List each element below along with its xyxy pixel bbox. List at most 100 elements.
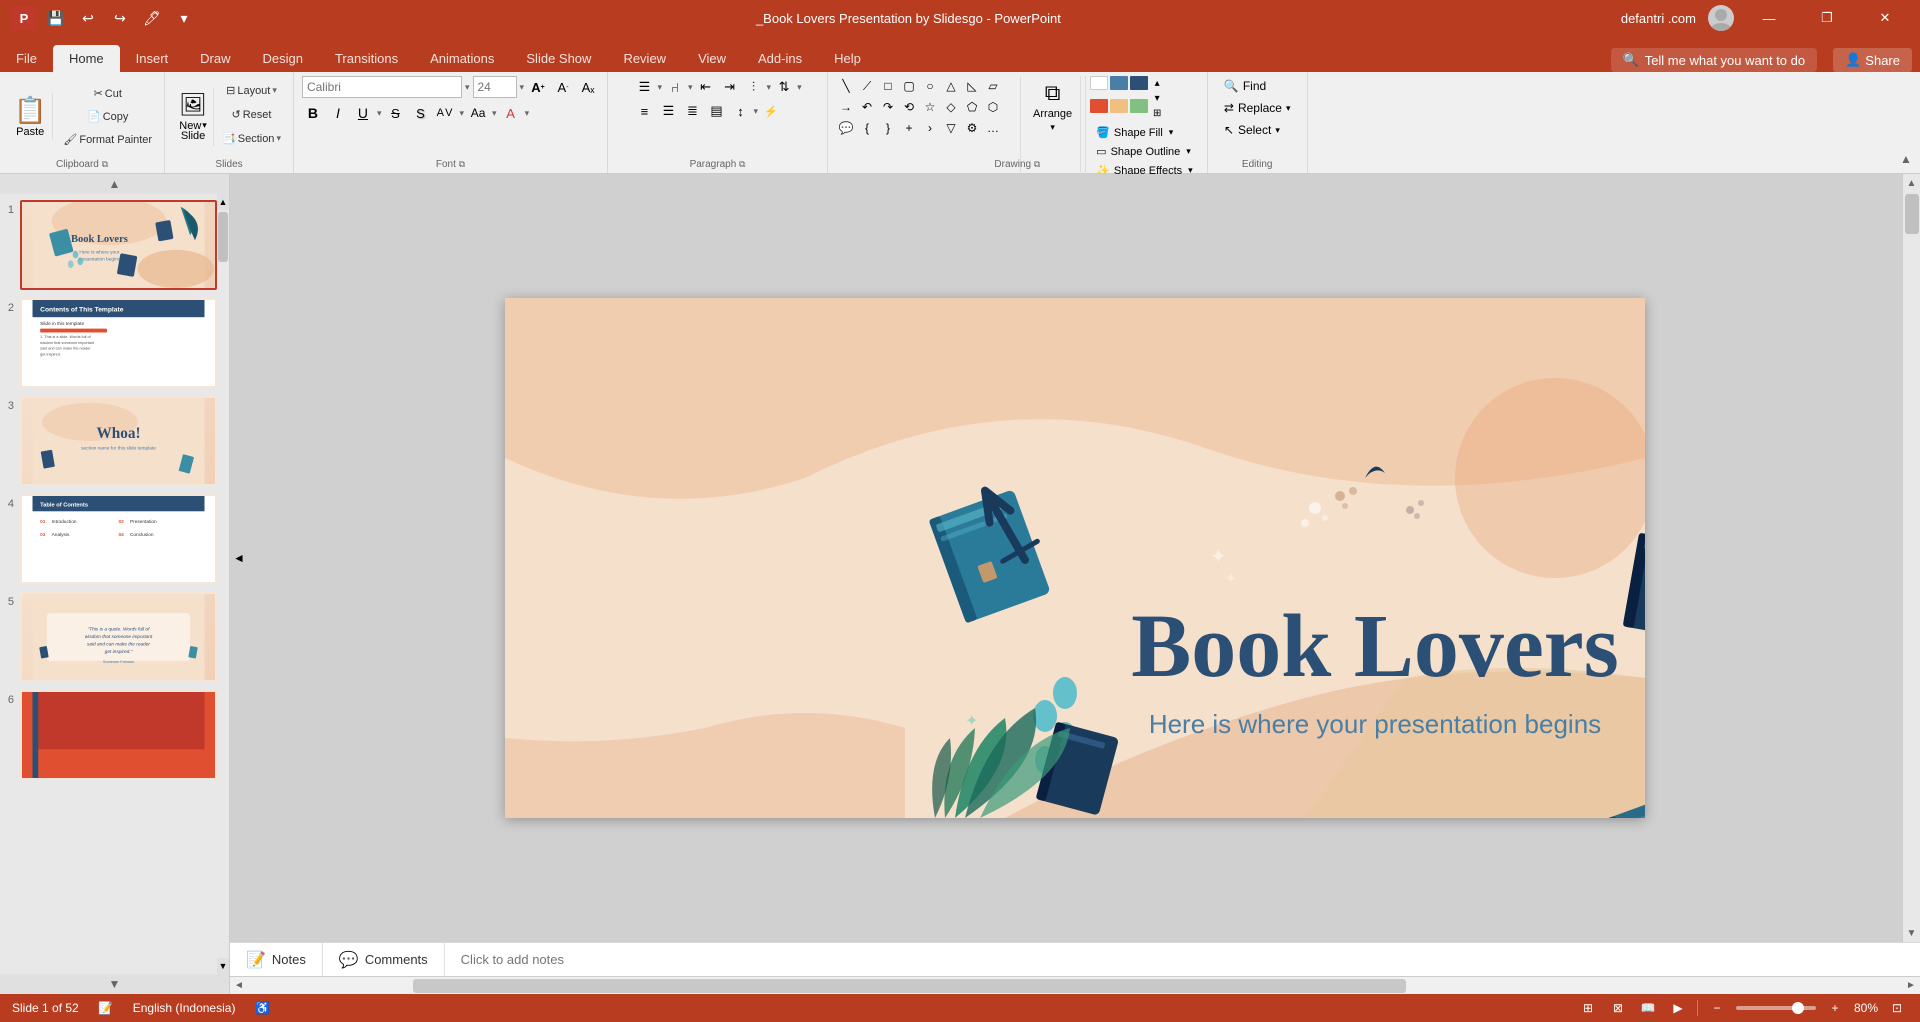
slide-item-3[interactable]: 3 Whoa! section name for this slide temp… bbox=[0, 396, 217, 486]
slide-scroll-down[interactable]: ▼ bbox=[0, 974, 229, 994]
clear-formatting-button[interactable]: Aₓ bbox=[577, 76, 599, 98]
shape-rect-button[interactable]: □ bbox=[878, 76, 898, 96]
shape-circle-button[interactable]: ○ bbox=[920, 76, 940, 96]
shape-funnel-button[interactable]: ▽ bbox=[941, 118, 961, 138]
slide-thumb-6[interactable] bbox=[20, 690, 217, 780]
quick-style-5[interactable] bbox=[1110, 99, 1128, 113]
redo-button[interactable]: ↪ bbox=[108, 6, 132, 30]
slide-canvas[interactable]: ✦ ✦ bbox=[505, 298, 1645, 818]
slideshow-button[interactable]: ▶ bbox=[1667, 997, 1689, 1019]
font-color-dropdown[interactable]: ▾ bbox=[525, 108, 530, 119]
qs-scroll-up[interactable]: ▴ bbox=[1150, 76, 1164, 90]
columns-dropdown[interactable]: ▾ bbox=[767, 82, 772, 93]
bullets-button[interactable]: ☰ bbox=[633, 76, 655, 98]
strikethrough-button[interactable]: S bbox=[385, 102, 407, 124]
justify-button[interactable]: ▤ bbox=[705, 100, 727, 122]
minimize-button[interactable]: — bbox=[1746, 0, 1792, 36]
text-shadow-button[interactable]: S bbox=[410, 102, 432, 124]
share-button[interactable]: 👤 Share bbox=[1833, 48, 1912, 72]
tab-design[interactable]: Design bbox=[247, 45, 319, 72]
shape-rounded-rect-button[interactable]: ▢ bbox=[899, 76, 919, 96]
text-direction-button[interactable]: ⇅ bbox=[773, 76, 795, 98]
font-name-input[interactable] bbox=[302, 76, 462, 98]
shape-star-button[interactable]: ☆ bbox=[920, 97, 940, 117]
slide-item-4[interactable]: 4 Table of Contents 01 Introduction 02 bbox=[0, 494, 217, 584]
reset-button[interactable]: ↺ Reset bbox=[218, 104, 285, 126]
comments-button[interactable]: 💬 Comments bbox=[323, 943, 445, 976]
quick-style-4[interactable] bbox=[1090, 99, 1108, 113]
section-button[interactable]: 📑 Section ▾ bbox=[218, 128, 285, 150]
underline-button[interactable]: U bbox=[352, 102, 374, 124]
slide-thumb-1[interactable]: Book Lovers Here is where your presentat… bbox=[20, 200, 217, 290]
shape-fill-button[interactable]: 🪣 Shape Fill ▾ bbox=[1090, 124, 1199, 141]
shape-curved3-button[interactable]: ⟲ bbox=[899, 97, 919, 117]
save-button[interactable]: 💾 bbox=[44, 6, 68, 30]
tab-review[interactable]: Review bbox=[607, 45, 682, 72]
underline-dropdown[interactable]: ▾ bbox=[377, 108, 382, 119]
decrease-font-button[interactable]: A- bbox=[552, 76, 574, 98]
shape-chevron-button[interactable]: › bbox=[920, 118, 940, 138]
line-spacing-button[interactable]: ↕ bbox=[729, 100, 751, 122]
replace-dropdown[interactable]: ▾ bbox=[1286, 103, 1291, 114]
tab-transitions[interactable]: Transitions bbox=[319, 45, 414, 72]
case-dropdown[interactable]: ▾ bbox=[492, 108, 497, 119]
notes-status-button[interactable]: 📝 bbox=[95, 997, 117, 1019]
align-center-button[interactable]: ☰ bbox=[657, 100, 679, 122]
scroll-down-button[interactable]: ▼ bbox=[1903, 924, 1920, 942]
zoom-out-button[interactable]: − bbox=[1706, 997, 1728, 1019]
tell-me-input[interactable]: 🔍 Tell me what you want to do bbox=[1611, 48, 1818, 72]
shape-more-button[interactable]: … bbox=[983, 118, 1003, 138]
slide-thumb-3[interactable]: Whoa! section name for this slide templa… bbox=[20, 396, 217, 486]
notes-input[interactable] bbox=[445, 943, 1920, 976]
spacing-dropdown2[interactable]: ▾ bbox=[753, 106, 758, 117]
slide-scroll-down-btn[interactable]: ▼ bbox=[217, 958, 229, 974]
shape-parallelogram-button[interactable]: ▱ bbox=[983, 76, 1003, 96]
italic-button[interactable]: I bbox=[327, 102, 349, 124]
quick-style-6[interactable] bbox=[1130, 99, 1148, 113]
customize-qat-button[interactable]: 🖊 bbox=[140, 6, 164, 30]
qat-dropdown-button[interactable]: ▾ bbox=[172, 6, 196, 30]
qs-more-button[interactable]: ⊞ bbox=[1150, 106, 1164, 120]
hscroll-left-button[interactable]: ◄ bbox=[230, 977, 248, 995]
font-size-input[interactable] bbox=[473, 76, 517, 98]
spacing-dropdown[interactable]: ▾ bbox=[460, 108, 465, 119]
quick-style-3[interactable] bbox=[1130, 76, 1148, 90]
find-button[interactable]: 🔍 Find bbox=[1216, 76, 1274, 96]
shape-outline-button[interactable]: ▭ Shape Outline ▾ bbox=[1090, 143, 1199, 160]
select-button[interactable]: ↖ Select ▾ bbox=[1216, 120, 1288, 140]
align-left-button[interactable]: ≡ bbox=[633, 100, 655, 122]
shape-rt-triangle-button[interactable]: ◺ bbox=[962, 76, 982, 96]
shape-bracket-button[interactable]: { bbox=[857, 118, 877, 138]
ribbon-collapse-button[interactable]: ▲ bbox=[1896, 149, 1916, 169]
increase-font-button[interactable]: A+ bbox=[527, 76, 549, 98]
format-painter-button[interactable]: 🖌 Format Painter bbox=[59, 129, 156, 151]
shape-line2-button[interactable]: ⟋ bbox=[857, 76, 877, 96]
increase-indent-button[interactable]: ⇥ bbox=[719, 76, 741, 98]
fit-slide-button[interactable]: ⊡ bbox=[1886, 997, 1908, 1019]
hscroll-thumb[interactable] bbox=[413, 979, 1405, 993]
paragraph-expand[interactable]: ⧉ bbox=[739, 159, 745, 169]
zoom-in-button[interactable]: + bbox=[1824, 997, 1846, 1019]
select-dropdown[interactable]: ▾ bbox=[1275, 125, 1280, 136]
clipboard-expand[interactable]: ⧉ bbox=[102, 159, 108, 169]
slide-thumb-2[interactable]: Contents of This Template Slide in this … bbox=[20, 298, 217, 388]
shape-brace-button[interactable]: } bbox=[878, 118, 898, 138]
arrange-dropdown[interactable]: ▾ bbox=[1050, 122, 1055, 133]
tab-view[interactable]: View bbox=[682, 45, 742, 72]
slide-item-5[interactable]: 5 "This is a quote. Words full of wisdom… bbox=[0, 592, 217, 682]
shape-plus-button[interactable]: + bbox=[899, 118, 919, 138]
shape-fill-dropdown[interactable]: ▾ bbox=[1169, 127, 1174, 138]
tab-addins[interactable]: Add-ins bbox=[742, 45, 818, 72]
font-color-button[interactable]: A bbox=[500, 102, 522, 124]
quick-style-1[interactable] bbox=[1090, 76, 1108, 90]
slide-scroll-thumb[interactable] bbox=[218, 212, 228, 262]
numbering-dropdown[interactable]: ▾ bbox=[688, 82, 693, 93]
paste-button[interactable]: 📋 Paste bbox=[8, 93, 53, 140]
direction-dropdown[interactable]: ▾ bbox=[797, 82, 802, 93]
notes-button[interactable]: 📝 Notes bbox=[230, 943, 323, 976]
columns-button[interactable]: ⫶ bbox=[743, 76, 765, 98]
change-case-button[interactable]: Aa bbox=[467, 102, 489, 124]
shape-curved-arrow-button[interactable]: ↶ bbox=[857, 97, 877, 117]
shape-diamond-button[interactable]: ◇ bbox=[941, 97, 961, 117]
tab-draw[interactable]: Draw bbox=[184, 45, 246, 72]
